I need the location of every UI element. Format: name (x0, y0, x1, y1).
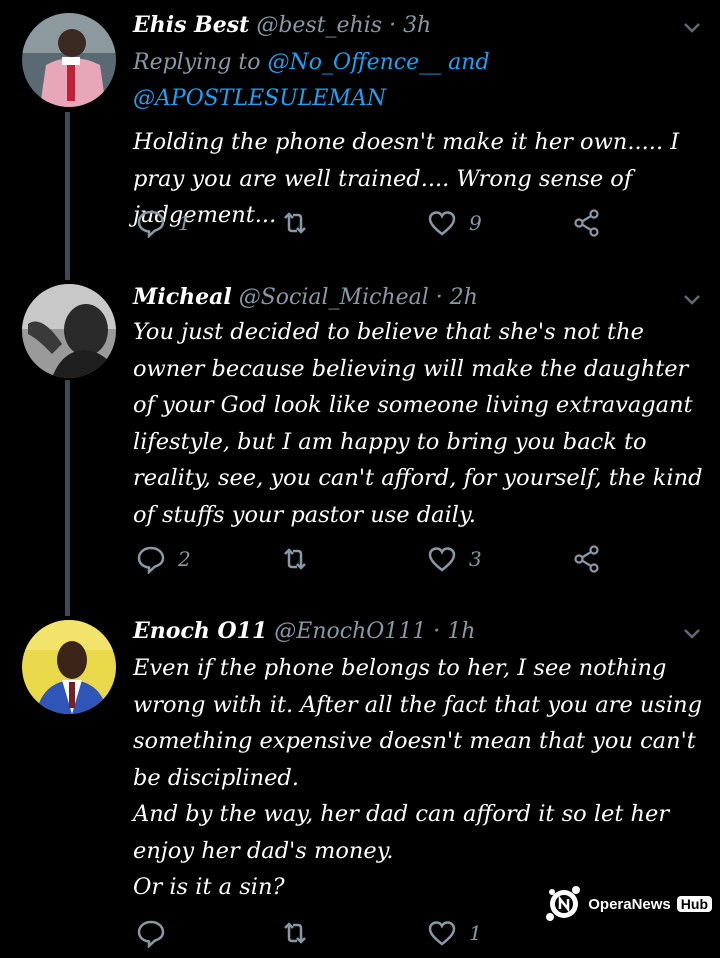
reply-icon (137, 920, 165, 948)
user-handle[interactable]: @best_ehis (256, 13, 382, 38)
retweet-button[interactable] (280, 208, 322, 238)
display-name[interactable]: Enoch O11 (133, 618, 267, 644)
watermark-hub: Hub (676, 896, 712, 912)
avatar[interactable] (22, 620, 116, 714)
reply-count: 1 (178, 211, 191, 235)
like-button[interactable]: 9 (427, 208, 482, 238)
tweet-actions: 2 3 (0, 544, 720, 584)
retweet-icon (284, 212, 306, 234)
timestamp[interactable]: 1h (447, 619, 475, 644)
operanews-watermark: OperaNews Hub (544, 884, 712, 924)
mention-link[interactable]: @APOSTLESULEMAN (133, 86, 386, 111)
timestamp[interactable]: 3h (403, 13, 431, 38)
share-icon (574, 209, 599, 237)
separator: · (435, 285, 443, 310)
reply-count: 2 (178, 547, 191, 571)
reply-icon (137, 546, 165, 574)
retweet-icon (284, 922, 306, 944)
like-count: 3 (469, 547, 482, 571)
tweet-text: Even if the phone belongs to her, I see … (133, 655, 703, 900)
user-handle[interactable]: @Social_Micheal (239, 285, 429, 310)
display-name[interactable]: Micheal (133, 284, 232, 310)
display-name[interactable]: Ehis Best (133, 12, 249, 38)
operanews-logo-icon (546, 886, 581, 921)
tweet[interactable]: Ehis Best @best_ehis · 3h Replying to @N… (0, 0, 720, 270)
like-icon (428, 921, 456, 946)
chevron-down-icon[interactable] (682, 624, 702, 644)
like-button[interactable]: 3 (427, 544, 482, 574)
like-count: 1 (469, 921, 482, 945)
avatar-image (22, 13, 116, 107)
like-icon (428, 211, 456, 236)
watermark-text: OperaNews (588, 895, 671, 913)
reply-button[interactable] (136, 918, 178, 948)
share-icon (574, 545, 599, 573)
reply-button[interactable]: 1 (136, 208, 191, 238)
timestamp[interactable]: 2h (450, 285, 478, 310)
avatar[interactable] (22, 13, 116, 107)
like-button[interactable]: 1 (427, 918, 482, 948)
separator: · (433, 619, 441, 644)
tweet-actions: 1 9 (0, 208, 720, 248)
reply-icon (137, 210, 165, 238)
mention-link[interactable]: @No_Offence__ (268, 50, 442, 75)
separator: · (389, 13, 397, 38)
avatar[interactable] (22, 284, 116, 378)
like-count: 9 (469, 211, 482, 235)
avatar-image (22, 284, 116, 378)
replying-to: Replying to @No_Offence__ and @APOSTLESU… (133, 45, 690, 117)
retweet-button[interactable] (280, 918, 322, 948)
tweet[interactable]: Micheal @Social_Micheal · 2h You just de… (0, 280, 720, 610)
share-button[interactable] (572, 208, 602, 238)
mention-joiner: and (448, 50, 490, 75)
reply-button[interactable]: 2 (136, 544, 191, 574)
user-handle[interactable]: @EnochO111 (274, 619, 426, 644)
avatar-image (22, 620, 116, 714)
retweet-icon (284, 548, 306, 570)
chevron-down-icon[interactable] (682, 290, 702, 310)
tweet-text: You just decided to believe that she's n… (133, 319, 703, 528)
share-button[interactable] (572, 544, 602, 574)
replying-label: Replying to (133, 50, 261, 75)
tweet-actions: 1 (0, 918, 720, 958)
chevron-down-icon[interactable] (682, 18, 702, 38)
retweet-button[interactable] (280, 544, 322, 574)
like-icon (428, 547, 456, 572)
